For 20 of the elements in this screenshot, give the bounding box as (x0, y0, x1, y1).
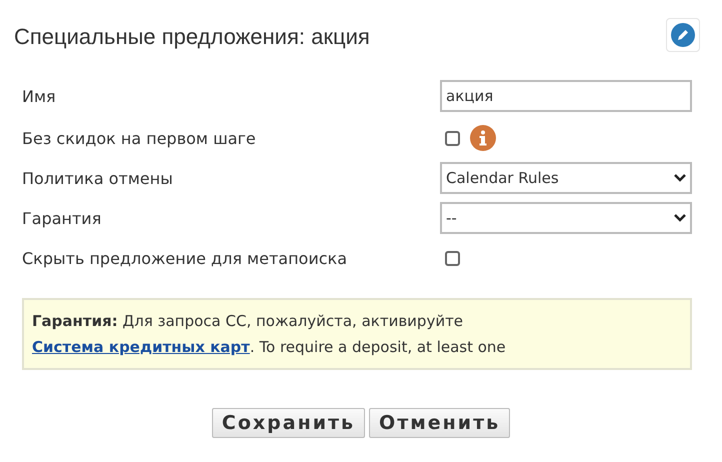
field-label: Политика отмены (22, 168, 174, 188)
name-input-field[interactable]: акция (440, 80, 692, 112)
chevron-icon (674, 214, 686, 222)
checkbox[interactable] (445, 130, 460, 146)
dropdown[interactable]: Calendar Rules (440, 162, 692, 194)
field-label: Скрыть предложение для метапоиска (22, 248, 348, 268)
info-icon[interactable] (470, 125, 496, 151)
pencil-icon (671, 23, 695, 47)
edit-button[interactable] (666, 18, 700, 52)
chevron-icon (674, 174, 686, 182)
form-button[interactable]: Сохранить (212, 408, 366, 438)
field-label: Без скидок на первом шаге (22, 128, 257, 148)
field-label: Имя (22, 86, 57, 106)
form-button[interactable]: Отменить (369, 408, 510, 438)
field-label: Гарантия (22, 208, 102, 228)
checkbox[interactable] (445, 250, 460, 266)
dropdown[interactable]: -- (440, 202, 692, 234)
page-title: Специальные предложения: акция (14, 24, 370, 50)
notice-text: Гарантия: Для запроса CC, пожалуйста, активируйте Система кредитных карт. To require a deposit, at least one (32, 311, 507, 358)
credit-card-system-link[interactable]: Система кредитных карт (32, 338, 250, 356)
